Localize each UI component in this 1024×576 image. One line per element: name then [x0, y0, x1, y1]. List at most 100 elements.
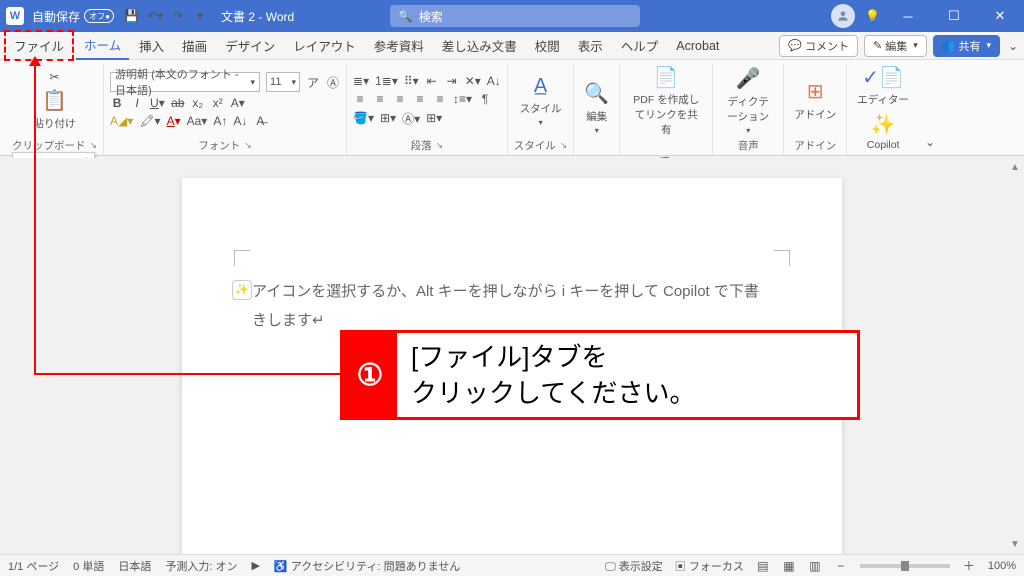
align-left-icon[interactable]: ≡ [353, 92, 367, 106]
scroll-down-icon[interactable]: ▼ [1010, 539, 1020, 550]
zoom-out-icon[interactable]: − [834, 559, 848, 573]
autosave-toggle[interactable]: 自動保存 オフ ● [32, 8, 114, 25]
redo-icon[interactable]: ↷ [171, 9, 185, 23]
zoom-in-icon[interactable]: ＋ [962, 557, 976, 574]
crop-mark [774, 250, 790, 266]
close-button[interactable]: ✕ [982, 8, 1018, 24]
focus-mode[interactable]: ▣ フォーカス [675, 558, 744, 574]
user-avatar[interactable] [831, 4, 855, 28]
tab-mailings[interactable]: 差し込み文書 [434, 32, 525, 59]
tab-home[interactable]: ホーム [76, 31, 129, 60]
zoom-value[interactable]: 100% [988, 560, 1016, 572]
sort-icon[interactable]: A↓ [487, 74, 501, 88]
scroll-up-icon[interactable]: ▲ [1010, 162, 1020, 173]
status-accessibility[interactable]: ♿ アクセシビリティ: 問題ありません [274, 558, 460, 574]
italic-icon[interactable]: I [130, 96, 144, 110]
highlight-icon[interactable]: 🖍▾ [139, 114, 160, 128]
display-settings[interactable]: 🖵 表示設定 [605, 558, 663, 574]
dialog-launcher-icon[interactable]: ↘ [244, 140, 252, 151]
borders-icon[interactable]: ⊞▾ [380, 111, 396, 125]
status-page[interactable]: 1/1 ページ [8, 558, 59, 574]
paste-button[interactable]: 📋 貼り付け [30, 88, 80, 131]
status-language[interactable]: 日本語 [118, 558, 151, 574]
align-center-icon[interactable]: ≡ [373, 92, 387, 106]
copilot-button[interactable]: ✨Copilot [863, 111, 904, 151]
dictation-button[interactable]: 🎤ディクテーション▾ [719, 66, 777, 135]
hint-icon[interactable]: 💡 [865, 9, 880, 23]
text-effect-icon[interactable]: A▾ [231, 96, 245, 110]
dialog-launcher-icon[interactable]: ↘ [436, 140, 444, 151]
decrease-indent-icon[interactable]: ⇤ [425, 74, 439, 88]
view-read-icon[interactable]: ▤ [756, 559, 770, 573]
qat-more-icon[interactable]: ▾ [193, 9, 207, 23]
multilevel-icon[interactable]: ⠿▾ [404, 74, 419, 88]
tab-review[interactable]: 校閲 [527, 32, 568, 59]
clear-format-icon[interactable]: A̶ [253, 114, 267, 128]
view-print-icon[interactable]: ▦ [782, 559, 796, 573]
shading-icon[interactable]: 🪣▾ [353, 111, 374, 125]
font-size-combo[interactable]: 11▾ [266, 72, 300, 92]
editing-button[interactable]: 🔍編集▾ [580, 81, 613, 135]
editor-button[interactable]: ✓📄エディター [853, 64, 913, 107]
undo-icon[interactable]: ↶▾ [147, 9, 163, 23]
create-pdf-button[interactable]: 📄PDF を作成してリンクを共有 [626, 64, 706, 137]
ribbon-tabs: ファイル ホーム 挿入 描画 デザイン レイアウト 参考資料 差し込み文書 校閲… [0, 32, 1024, 60]
vertical-scrollbar[interactable]: ▲ ▼ [1008, 162, 1022, 550]
save-icon[interactable]: 💾 [124, 9, 139, 23]
line-spacing-icon[interactable]: ↕≡▾ [453, 92, 472, 106]
maximize-button[interactable]: ☐ [936, 8, 972, 24]
bold-icon[interactable]: B [110, 96, 124, 110]
tab-references[interactable]: 参考資料 [366, 32, 432, 59]
cut-icon[interactable]: ✂ [48, 70, 62, 84]
show-marks-icon[interactable]: ¶ [478, 92, 492, 106]
font-name-combo[interactable]: 游明朝 (本文のフォント - 日本語)▾ [110, 72, 260, 92]
tab-design[interactable]: デザイン [217, 32, 283, 59]
asian-layout-icon[interactable]: ✕▾ [465, 74, 481, 88]
tab-help[interactable]: ヘルプ [613, 32, 667, 59]
tab-insert[interactable]: 挿入 [131, 32, 172, 59]
text-highlight-icon[interactable]: A◢▾ [110, 114, 133, 128]
numbering-icon[interactable]: 1≣▾ [375, 74, 398, 88]
search-box[interactable]: 🔍 検索 [390, 5, 640, 27]
addin-button[interactable]: ⊞アドイン [790, 79, 840, 122]
tab-layout[interactable]: レイアウト [285, 32, 364, 59]
copilot-inline-icon[interactable]: ✨ [232, 280, 252, 300]
tab-view[interactable]: 表示 [570, 32, 611, 59]
tab-acrobat[interactable]: Acrobat [668, 35, 727, 57]
tab-draw[interactable]: 描画 [174, 32, 215, 59]
char-scale-icon[interactable]: Ⓐ▾ [402, 110, 420, 127]
justify-icon[interactable]: ≡ [413, 92, 427, 106]
status-predict[interactable]: 予測入力: オン [165, 558, 237, 574]
superscript-icon[interactable]: x² [211, 96, 225, 110]
status-words[interactable]: 0 単語 [73, 558, 104, 574]
style-gallery[interactable]: A̲スタイル▾ [514, 73, 568, 127]
underline-icon[interactable]: U▾ [150, 96, 165, 110]
minimize-button[interactable]: ─ [890, 9, 926, 24]
group-paragraph: ≣▾ 1≣▾ ⠿▾ ⇤ ⇥ ✕▾ A↓ ≡ ≡ ≡ ≡ ≡ ↕≡▾ ¶ 🪣▾ ⊞… [347, 64, 508, 155]
align-right-icon[interactable]: ≡ [393, 92, 407, 106]
increase-indent-icon[interactable]: ⇥ [445, 74, 459, 88]
phonetic-guide-icon[interactable]: ア [306, 74, 320, 91]
enclose-char-icon[interactable]: Ⓐ [326, 74, 340, 91]
view-web-icon[interactable]: ▥ [808, 559, 822, 573]
body-placeholder-text: アイコンを選択するか、Alt キーを押しながら i キーを押して Copilot… [252, 278, 772, 335]
grow-font-icon[interactable]: A↑ [213, 114, 227, 128]
dialog-launcher-icon[interactable]: ↘ [90, 140, 98, 151]
font-color-icon[interactable]: A▾ [167, 114, 181, 128]
char-shading-icon[interactable]: Aa▾ [187, 114, 208, 128]
shrink-font-icon[interactable]: A↓ [233, 114, 247, 128]
ribbon-options-icon[interactable]: ⌄ [923, 135, 937, 149]
subscript-icon[interactable]: x₂ [191, 96, 205, 110]
snap-grid-icon[interactable]: ⊞▾ [426, 111, 442, 125]
share-button[interactable]: 👥 共有 [933, 35, 1000, 57]
ribbon-collapse-icon[interactable]: ⌄ [1006, 39, 1020, 53]
bullets-icon[interactable]: ≣▾ [353, 74, 369, 88]
status-macro-icon[interactable]: ▶ [251, 559, 259, 572]
comment-button[interactable]: 💬 コメント [779, 35, 858, 57]
callout-line [34, 373, 340, 375]
zoom-slider[interactable] [860, 564, 950, 568]
strike-icon[interactable]: ab [171, 96, 185, 110]
dialog-launcher-icon[interactable]: ↘ [560, 140, 568, 151]
edit-mode-button[interactable]: ✎ 編集 [864, 35, 927, 57]
distribute-icon[interactable]: ≡ [433, 92, 447, 106]
